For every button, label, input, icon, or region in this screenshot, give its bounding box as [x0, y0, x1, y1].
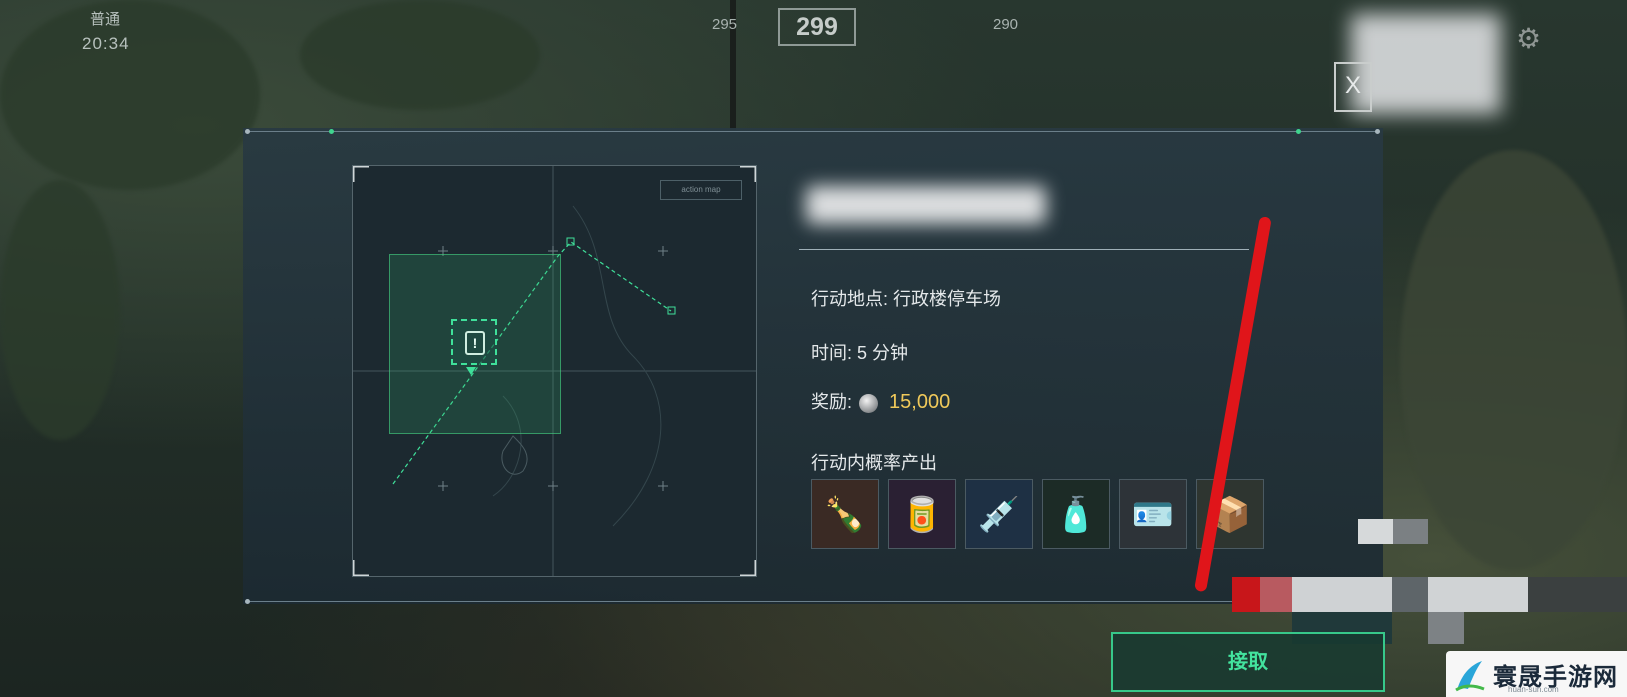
map-tag: action map — [660, 180, 742, 200]
panel-bottom-edge — [247, 601, 1377, 602]
tree-foliage — [0, 0, 260, 190]
game-mode-label: 普通 — [90, 11, 121, 28]
censored-block — [1392, 577, 1428, 612]
edge-dot — [329, 129, 334, 134]
marker-pointer-icon — [466, 367, 476, 375]
drink-bottle-icon: 🍾 — [823, 496, 867, 534]
time-value: 5 分钟 — [857, 343, 909, 363]
match-timer: 20:34 — [82, 34, 130, 53]
loot-title: 行动内概率产出 — [811, 453, 937, 473]
censored-block — [1292, 577, 1392, 612]
coin-icon — [859, 393, 879, 413]
mission-map[interactable]: action map ! — [352, 165, 757, 577]
censored-block — [1428, 612, 1464, 644]
edge-dot — [245, 129, 250, 134]
mission-marker[interactable]: ! — [451, 319, 497, 365]
edge-dot — [1296, 129, 1301, 134]
team-right-count: 290 — [993, 16, 1019, 33]
loot-slot[interactable]: 🧴 — [1042, 479, 1110, 549]
gear-icon[interactable]: ⚙ — [1516, 22, 1541, 55]
reward-label: 奖励: — [811, 392, 853, 412]
censored-block — [1393, 519, 1428, 544]
can-icon: 🥫 — [900, 496, 944, 534]
alert-icon: ! — [465, 331, 485, 355]
close-button[interactable]: X — [1334, 62, 1372, 112]
site-logo-icon — [1455, 661, 1485, 692]
syringe-icon: 💉 — [977, 496, 1021, 534]
edge-dot — [245, 599, 250, 604]
edge-dot — [1375, 129, 1380, 134]
loot-slot[interactable]: 🥫 — [888, 479, 956, 549]
tree-foliage — [0, 180, 120, 440]
team-left-count: 295 — [712, 16, 738, 33]
location-value: 行政楼停车场 — [893, 289, 1002, 309]
time-label: 时间: — [811, 343, 853, 363]
censored-block — [1528, 577, 1627, 612]
loot-slot[interactable]: 🪪 — [1119, 479, 1187, 549]
accept-button[interactable]: 接取 — [1111, 632, 1385, 692]
loot-slot[interactable]: 🍾 — [811, 479, 879, 549]
site-watermark: 寰晟手游网 huan-sun.com — [1446, 651, 1627, 697]
censored-block — [1428, 577, 1528, 612]
loot-slot[interactable]: 💉 — [965, 479, 1033, 549]
tree-foliage — [1400, 150, 1627, 570]
panel-top-edge — [247, 131, 1377, 132]
id-card-icon: 🪪 — [1131, 496, 1175, 534]
censored-block — [1358, 519, 1393, 544]
censored-block — [1232, 577, 1260, 612]
censored-region — [1351, 14, 1501, 114]
medicine-pack-icon: 🧴 — [1054, 496, 1098, 534]
censored-block — [1260, 577, 1292, 612]
location-row: 行动地点: 行政楼停车场 — [811, 285, 1001, 311]
reward-row: 奖励: 15,000 — [811, 388, 950, 414]
center-count: 299 — [778, 8, 856, 46]
watermark-url: huan-sun.com — [1508, 685, 1559, 694]
tree-foliage — [300, 0, 540, 110]
time-row: 时间: 5 分钟 — [811, 339, 908, 365]
title-divider — [799, 249, 1249, 250]
reward-value: 15,000 — [889, 391, 951, 413]
location-label: 行动地点: — [811, 289, 889, 309]
censored-mission-title — [806, 186, 1046, 224]
